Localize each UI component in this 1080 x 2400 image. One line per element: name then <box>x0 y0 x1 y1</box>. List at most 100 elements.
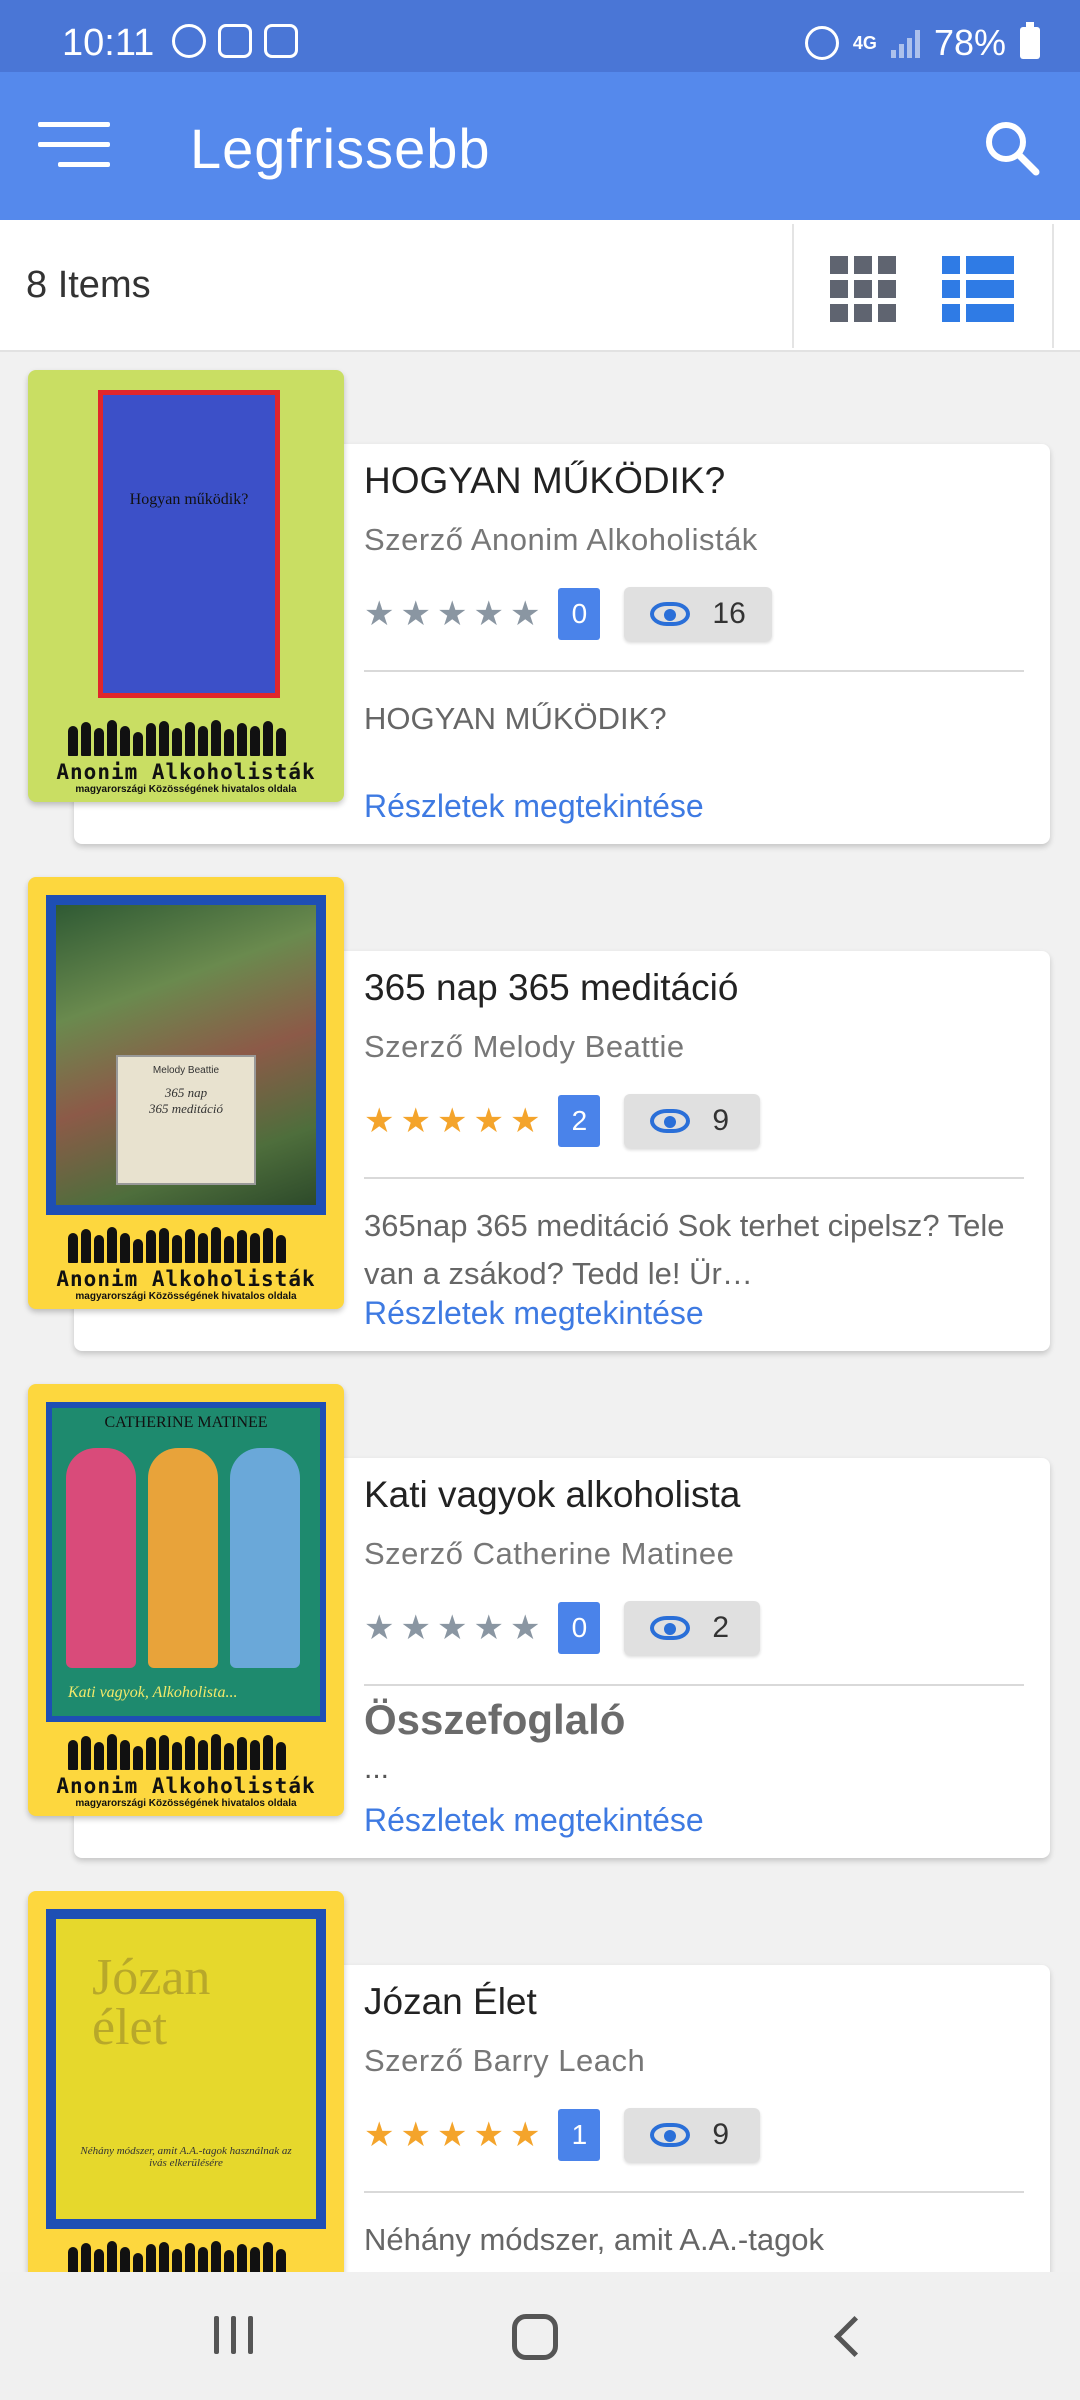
divider <box>364 2191 1024 2193</box>
cover-subtitle: Kati vagyok, Alkoholista... <box>68 1684 238 1701</box>
star-icon: ★ <box>473 1102 504 1140</box>
book-cover[interactable]: Melody Beattie 365 nap 365 meditáció Ano… <box>28 877 344 1309</box>
list-view-button[interactable] <box>942 256 1014 322</box>
star-icon: ★ <box>436 1102 468 1140</box>
book-title: Józan Élet <box>364 1981 537 2022</box>
views-counter: 9 <box>624 1094 761 1148</box>
eye-icon <box>650 2123 691 2147</box>
page-title: Legfrissebb <box>190 117 491 180</box>
system-status: 4G 78% <box>804 22 1040 64</box>
clipboard-check-icon <box>218 24 252 58</box>
cover-bottle <box>148 1448 218 1668</box>
recents-icon <box>214 2316 219 2354</box>
cover-painting: Melody Beattie 365 nap 365 meditáció <box>56 905 316 1205</box>
book-title: 365 nap 365 meditáció <box>364 967 739 1008</box>
book-description: HOGYAN MŰKÖDIK? <box>364 701 667 736</box>
vote-count-badge: 0 <box>558 1602 601 1654</box>
book-card[interactable]: Józan élet Néhány módszer, amit A.A.-tag… <box>0 1891 1080 2272</box>
book-card[interactable]: Melody Beattie 365 nap 365 meditáció Ano… <box>0 877 1080 1353</box>
cover-art: Józan élet Néhány módszer, amit A.A.-tag… <box>46 1909 326 2229</box>
search-button[interactable] <box>982 118 1042 178</box>
divider <box>364 670 1024 672</box>
home-button[interactable] <box>512 2314 558 2360</box>
book-description: Néhány módszer, amit A.A.-tagok <box>364 2222 825 2257</box>
grid-icon <box>830 256 848 274</box>
star-icon: ★ <box>400 595 431 633</box>
star-icon: ★ <box>364 2116 395 2154</box>
items-count: 8 Items <box>26 264 151 306</box>
star-icon: ★ <box>509 1609 541 1647</box>
vote-count-badge: 2 <box>558 1095 601 1147</box>
book-description: ... <box>364 1752 390 1785</box>
divider <box>364 1684 1024 1686</box>
cover-subtitle: Néhány módszer, amit A.A.-tagok használn… <box>80 2145 292 2169</box>
cover-silhouettes <box>68 1227 304 1263</box>
status-bar: 10:11 4G 78% <box>0 0 1080 72</box>
book-card[interactable]: CATHERINE MATINEE Kati vagyok, Alkoholis… <box>0 1384 1080 1860</box>
star-icon: ★ <box>400 1609 431 1647</box>
cover-subfooter: magyarországi Közösségének hivatalos old… <box>75 784 297 795</box>
book-cover[interactable]: Józan élet Néhány módszer, amit A.A.-tag… <box>28 1891 344 2272</box>
menu-icon <box>38 122 110 127</box>
views-count: 16 <box>712 597 746 630</box>
cover-label: Melody Beattie 365 nap 365 meditáció <box>116 1055 256 1185</box>
battery-level: 78% <box>933 22 1006 63</box>
star-icon: ★ <box>436 1609 468 1647</box>
book-cover[interactable]: Hogyan működik? Anonim Alkoholisták magy… <box>28 370 344 802</box>
cover-title: Józan élet <box>92 1949 211 2056</box>
book-author: Szerző Melody Beattie <box>364 1029 685 1064</box>
star-icon: ★ <box>509 595 541 633</box>
divider <box>1052 224 1054 348</box>
views-counter: 2 <box>624 1601 761 1655</box>
cover-subfooter: magyarországi Közösségének hivatalos old… <box>75 1291 297 1302</box>
cover-footer: Anonim Alkoholisták <box>56 760 316 784</box>
star-rating: ★ ★ ★ ★ ★ <box>364 1611 540 1645</box>
cover-art: Hogyan működik? <box>98 390 280 698</box>
signal-icon <box>890 28 920 58</box>
star-icon: ★ <box>473 2116 504 2154</box>
view-details-link[interactable]: Részletek megtekintése <box>364 1295 704 1332</box>
book-author: Szerző Catherine Matinee <box>364 1536 735 1571</box>
book-title: Kati vagyok alkoholista <box>364 1474 741 1515</box>
summary-heading: Összefoglaló <box>364 1696 626 1743</box>
views-counter: 16 <box>624 587 772 641</box>
notification-icons <box>172 24 298 58</box>
divider <box>364 1177 1024 1179</box>
star-rating: ★ ★ ★ ★ ★ <box>364 597 540 631</box>
recents-button[interactable] <box>214 2316 253 2354</box>
cover-bottle <box>230 1448 300 1668</box>
rating-row: ★ ★ ★ ★ ★ 2 9 <box>364 1093 761 1149</box>
book-card[interactable]: Hogyan működik? Anonim Alkoholisták magy… <box>0 370 1080 846</box>
views-counter: 9 <box>624 2108 761 2162</box>
views-count: 9 <box>712 1104 730 1137</box>
star-icon: ★ <box>364 1102 395 1140</box>
book-cover[interactable]: CATHERINE MATINEE Kati vagyok, Alkoholis… <box>28 1384 344 1816</box>
back-button[interactable] <box>828 2316 868 2356</box>
star-icon: ★ <box>364 595 395 633</box>
grid-view-button[interactable] <box>830 256 896 322</box>
star-icon: ★ <box>473 1609 504 1647</box>
star-rating: ★ ★ ★ ★ ★ <box>364 2118 540 2152</box>
cover-title: 365 nap 365 meditáció <box>148 1085 223 1116</box>
image-icon <box>264 24 298 58</box>
cover-art: Melody Beattie 365 nap 365 meditáció <box>46 895 326 1215</box>
star-rating: ★ ★ ★ ★ ★ <box>364 1104 540 1138</box>
star-icon: ★ <box>436 595 468 633</box>
view-details-link[interactable]: Részletek megtekintése <box>364 788 704 825</box>
cover-title: CATHERINE MATINEE <box>104 1414 268 1431</box>
cover-title: Hogyan működik? <box>129 491 249 508</box>
book-author: Szerző Barry Leach <box>364 2043 646 2078</box>
cover-subfooter: magyarországi Közösségének hivatalos old… <box>75 1798 297 1809</box>
status-time: 10:11 <box>62 22 155 64</box>
view-details-link[interactable]: Részletek megtekintése <box>364 1802 704 1839</box>
menu-button[interactable] <box>38 122 110 172</box>
star-icon: ★ <box>400 2116 431 2154</box>
vote-count-badge: 1 <box>558 2109 601 2161</box>
alarm-icon <box>804 26 839 60</box>
book-author: Szerző Anonim Alkoholisták <box>364 522 758 557</box>
cover-silhouettes <box>68 1734 304 1770</box>
star-icon: ★ <box>473 595 504 633</box>
list-icon <box>942 256 1014 274</box>
cover-footer: Anonim Alkoholisták <box>56 1774 316 1798</box>
divider <box>792 224 794 348</box>
